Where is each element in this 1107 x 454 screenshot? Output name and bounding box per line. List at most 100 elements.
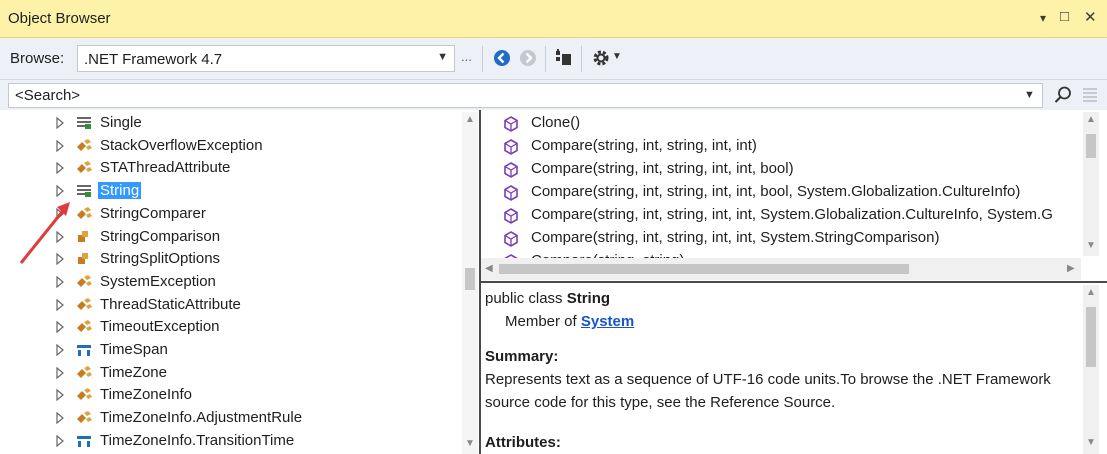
- annotation-arrow: [19, 202, 70, 264]
- class-icon: [75, 274, 93, 290]
- tree-item-label: ThreadStaticAttribute: [100, 295, 241, 313]
- tree-item[interactable]: TimeSpan: [0, 339, 460, 361]
- forward-icon[interactable]: [517, 47, 539, 69]
- scroll-down-icon[interactable]: ▼: [465, 438, 475, 449]
- members-scrollbar[interactable]: ▲ ▼: [1083, 112, 1099, 256]
- tree-item-label: TimeZone: [100, 363, 167, 381]
- expand-arrow-icon[interactable]: [55, 116, 65, 130]
- description-scrollbar-thumb[interactable]: [1086, 307, 1096, 367]
- search-icon[interactable]: [1052, 84, 1074, 106]
- member-item-label: Compare(string, int, string, int, int, b…: [531, 160, 794, 177]
- method-icon: [503, 162, 519, 178]
- member-item[interactable]: Compare(string, int, string, int, int, b…: [481, 181, 1081, 204]
- tree-item-label: String: [98, 182, 142, 200]
- expand-arrow-icon[interactable]: [55, 320, 65, 334]
- members-scrollbar-thumb[interactable]: [1086, 134, 1096, 158]
- browse-label: Browse:: [10, 50, 65, 67]
- close-button[interactable]: ✕: [1084, 8, 1097, 26]
- summary-text-line-2: source code for this type, see the Refer…: [485, 394, 836, 411]
- scroll-down-icon[interactable]: ▼: [1086, 437, 1096, 448]
- method-icon: [503, 208, 519, 224]
- clear-search-icon[interactable]: [1080, 85, 1100, 105]
- class-icon: [75, 138, 93, 154]
- search-row: ▼: [0, 80, 1107, 110]
- window-menu-dropdown[interactable]: ▾: [1040, 11, 1046, 25]
- scroll-up-icon[interactable]: ▲: [1086, 287, 1096, 298]
- class-icon: [75, 365, 93, 381]
- tree-item[interactable]: ThreadStaticAttribute: [0, 294, 460, 316]
- search-history-dropdown-icon[interactable]: ▼: [1024, 89, 1035, 101]
- tree-item-label: TimeZoneInfo.TransitionTime: [100, 431, 295, 449]
- tree-item[interactable]: TimeZoneInfo.TransitionTime: [0, 430, 460, 452]
- method-icon: [503, 116, 519, 132]
- struct-blue-icon: [75, 433, 93, 449]
- expand-arrow-icon[interactable]: [55, 275, 65, 289]
- expand-arrow-icon[interactable]: [55, 434, 65, 448]
- tree-item[interactable]: TimeZone: [0, 362, 460, 384]
- tree-item-label: TimeZoneInfo.AdjustmentRule: [100, 409, 303, 427]
- method-icon: [503, 185, 519, 201]
- struct-icon: [75, 115, 93, 131]
- tree-item[interactable]: STAThreadAttribute: [0, 157, 460, 179]
- search-input[interactable]: [8, 83, 1043, 108]
- tree-item[interactable]: TimeZoneInfo: [0, 384, 460, 406]
- class-icon: [75, 297, 93, 313]
- member-of-line: Member of System: [505, 310, 634, 333]
- members-horizontal-scrollbar[interactable]: ◀ ▶: [481, 258, 1081, 280]
- attributes-heading: Attributes:: [485, 434, 561, 451]
- browse-combo-value: .NET Framework 4.7: [84, 51, 223, 68]
- struct-blue-icon: [75, 342, 93, 358]
- edit-custom-component-set-button[interactable]: ...: [461, 49, 472, 64]
- expand-arrow-icon[interactable]: [55, 343, 65, 357]
- scroll-up-icon[interactable]: ▲: [465, 114, 475, 125]
- gear-icon[interactable]: [590, 47, 612, 69]
- class-icon: [75, 319, 93, 335]
- settings-dropdown-icon[interactable]: ▼: [612, 51, 622, 62]
- expand-arrow-icon[interactable]: [55, 161, 65, 175]
- chevron-down-icon[interactable]: ▼: [437, 51, 448, 63]
- scroll-up-icon[interactable]: ▲: [1086, 114, 1096, 125]
- members-list: Clone() Compare(string, int, string, int,…: [481, 110, 1107, 282]
- scroll-down-icon[interactable]: ▼: [1086, 240, 1096, 251]
- tree-item-label: StringComparer: [100, 204, 206, 222]
- browse-combo[interactable]: .NET Framework 4.7 ▼: [77, 45, 455, 72]
- back-icon[interactable]: [491, 47, 513, 69]
- declaration-prefix: public class: [485, 290, 567, 307]
- member-item[interactable]: Compare(string, int, string, int, int, S…: [481, 227, 1081, 250]
- expand-arrow-icon[interactable]: [55, 139, 65, 152]
- summary-text-line-1: Represents text as a sequence of UTF-16 …: [485, 371, 1051, 388]
- tree-item[interactable]: TimeZoneInfo.AdjustmentRule: [0, 407, 460, 429]
- type-tree: Single StackOverflowException STAThreadAtt…: [0, 110, 460, 454]
- member-item-label: Clone(): [531, 114, 581, 131]
- tree-item-label: TimeSpan: [100, 341, 168, 358]
- add-to-references-icon[interactable]: [553, 47, 575, 69]
- member-item[interactable]: Compare(string, int, string, int, int, b…: [481, 158, 1081, 181]
- member-item-label: Compare(string, int, string, int, int, S…: [531, 206, 1053, 223]
- namespace-link[interactable]: System: [581, 313, 634, 330]
- maximize-button[interactable]: □: [1060, 8, 1069, 25]
- description-scrollbar[interactable]: ▲ ▼: [1083, 285, 1099, 454]
- expand-arrow-icon[interactable]: [55, 388, 65, 402]
- expand-arrow-icon[interactable]: [55, 366, 65, 379]
- member-item[interactable]: Clone(): [481, 112, 1081, 135]
- tree-scrollbar-thumb[interactable]: [465, 268, 475, 290]
- member-item[interactable]: Compare(string, int, string, int, int): [481, 135, 1081, 158]
- declaration-type-name: String: [566, 290, 611, 307]
- scroll-left-icon[interactable]: ◀: [485, 263, 493, 274]
- toolbar-separator: [482, 46, 483, 72]
- tree-item[interactable]: TimeoutException: [0, 316, 460, 338]
- tree-item[interactable]: StackOverflowException: [0, 135, 460, 157]
- window-title: Object Browser: [8, 10, 111, 27]
- expand-arrow-icon[interactable]: [55, 298, 65, 311]
- members-hscroll-thumb[interactable]: [499, 264, 909, 274]
- expand-arrow-icon[interactable]: [55, 411, 65, 425]
- toolbar: Browse: .NET Framework 4.7 ▼ ... ▼: [0, 38, 1107, 80]
- member-of-prefix: Member of: [505, 313, 581, 330]
- member-item-label: Compare(string, int, string, int, int, b…: [531, 183, 1021, 200]
- member-item[interactable]: Compare(string, int, string, int, int, S…: [481, 204, 1081, 227]
- class-icon: [75, 410, 93, 426]
- tree-scrollbar[interactable]: ▲ ▼: [462, 112, 478, 454]
- tree-item[interactable]: Single: [0, 112, 460, 134]
- scroll-right-icon[interactable]: ▶: [1067, 263, 1075, 274]
- tree-item-label: StringSplitOptions: [100, 250, 221, 268]
